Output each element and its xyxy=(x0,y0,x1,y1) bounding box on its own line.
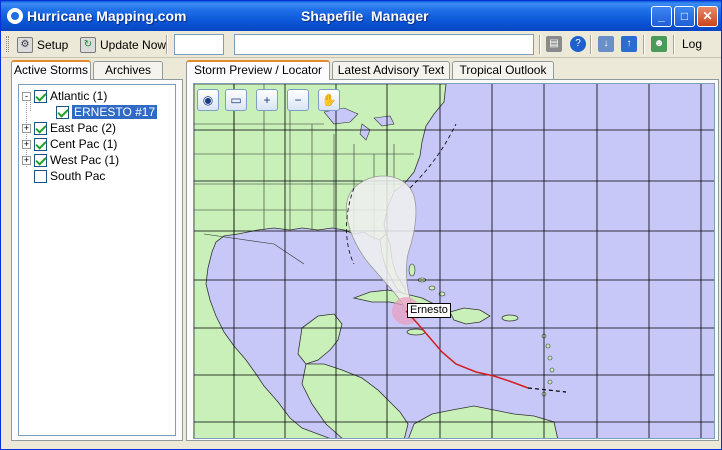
expand-icon[interactable]: + xyxy=(22,123,31,133)
update-now-label: Update Now xyxy=(100,37,167,52)
south-pac-checkbox[interactable] xyxy=(34,169,47,183)
user-icon[interactable]: ☻ xyxy=(651,36,667,52)
update-now-button[interactable]: ↻ Update Now xyxy=(77,34,169,55)
puerto-rico-land xyxy=(501,314,519,322)
map-canvas[interactable] xyxy=(194,84,715,439)
print-icon[interactable]: ▤ xyxy=(546,36,562,52)
log-button[interactable]: Log xyxy=(679,34,705,55)
collapse-icon[interactable]: - xyxy=(22,91,31,101)
tree-node-atlantic[interactable]: - Atlantic (1) xyxy=(22,88,107,104)
tree-node-east-pac[interactable]: + East Pac (2) xyxy=(22,120,116,136)
toolbar: ⚙ Setup ↻ Update Now ▤ ? ↓ ↑ ☻ Log xyxy=(1,31,721,58)
tab-archives[interactable]: Archives xyxy=(93,61,163,80)
tree-label-south-pac: South Pac xyxy=(50,169,106,183)
settings-icon: ⚙ xyxy=(17,36,33,53)
cent-pac-checkbox[interactable] xyxy=(34,137,47,151)
active-storms-panel: - Atlantic (1) ERNESTO #17 + East Pac (2… xyxy=(11,79,183,441)
tree-label-east-pac: East Pac (2) xyxy=(50,121,117,135)
storm-label: Ernesto xyxy=(407,303,451,318)
toolbar-separator xyxy=(673,35,675,54)
tree-node-west-pac[interactable]: + West Pac (1) xyxy=(22,152,119,168)
storm-preview-panel: ◉ ▭ + − ✋ Ernesto xyxy=(186,79,719,441)
pan-hand-icon[interactable]: ✋ xyxy=(318,89,340,111)
storm-id-field[interactable] xyxy=(174,34,224,55)
tab-storm-preview[interactable]: Storm Preview / Locator xyxy=(186,60,330,80)
tree-node-cent-pac[interactable]: + Cent Pac (1) xyxy=(22,136,117,152)
help-icon[interactable]: ? xyxy=(570,36,586,52)
toolbar-separator xyxy=(539,35,541,54)
storm-map[interactable]: ◉ ▭ + − ✋ Ernesto xyxy=(193,83,715,439)
tree-node-ernesto[interactable]: ERNESTO #17 xyxy=(56,104,158,120)
expand-icon[interactable]: + xyxy=(22,139,31,149)
tab-advisory-text[interactable]: Latest Advisory Text xyxy=(332,61,450,80)
title-bar[interactable]: Hurricane Mapping.com Shapefile Manager … xyxy=(1,1,721,31)
tab-tropical-outlook[interactable]: Tropical Outlook xyxy=(452,61,554,80)
tree-label-west-pac: West Pac (1) xyxy=(50,153,120,167)
globe-icon[interactable]: ◉ xyxy=(197,89,219,111)
setup-label: Setup xyxy=(37,37,69,52)
zoom-rect-icon[interactable]: ▭ xyxy=(225,89,247,111)
east-pac-checkbox[interactable] xyxy=(34,121,47,135)
toolbar-grip[interactable] xyxy=(6,36,9,52)
toolbar-separator xyxy=(643,35,645,54)
tree-node-south-pac[interactable]: South Pac xyxy=(34,168,105,184)
app-title: Hurricane Mapping.com xyxy=(27,8,187,24)
zoom-out-icon[interactable]: − xyxy=(287,89,309,111)
west-pac-checkbox[interactable] xyxy=(34,153,47,167)
tab-active-storms[interactable]: Active Storms xyxy=(11,60,91,80)
app-window: Hurricane Mapping.com Shapefile Manager … xyxy=(0,0,722,450)
window-title: Shapefile Manager xyxy=(301,8,429,24)
hurricane-logo-icon xyxy=(7,8,23,24)
refresh-icon: ↻ xyxy=(80,36,96,53)
close-button[interactable]: ✕ xyxy=(697,6,718,27)
upload-icon[interactable]: ↑ xyxy=(621,36,637,52)
download-icon[interactable]: ↓ xyxy=(598,36,614,52)
minimize-button[interactable]: _ xyxy=(651,6,672,27)
toolbar-separator xyxy=(590,35,592,54)
atlantic-checkbox[interactable] xyxy=(34,89,47,103)
ernesto-checkbox[interactable] xyxy=(56,105,69,119)
setup-button[interactable]: ⚙ Setup xyxy=(14,34,71,55)
path-field[interactable] xyxy=(234,34,534,55)
tree-label-ernesto: ERNESTO #17 xyxy=(72,105,158,119)
expand-icon[interactable]: + xyxy=(22,155,31,165)
storm-tree: - Atlantic (1) ERNESTO #17 + East Pac (2… xyxy=(18,84,176,436)
tree-label-cent-pac: Cent Pac (1) xyxy=(50,137,118,151)
toolbar-separator xyxy=(166,35,168,54)
zoom-in-icon[interactable]: + xyxy=(256,89,278,111)
tree-label-atlantic: Atlantic (1) xyxy=(50,89,108,103)
maximize-button[interactable]: □ xyxy=(674,6,695,27)
